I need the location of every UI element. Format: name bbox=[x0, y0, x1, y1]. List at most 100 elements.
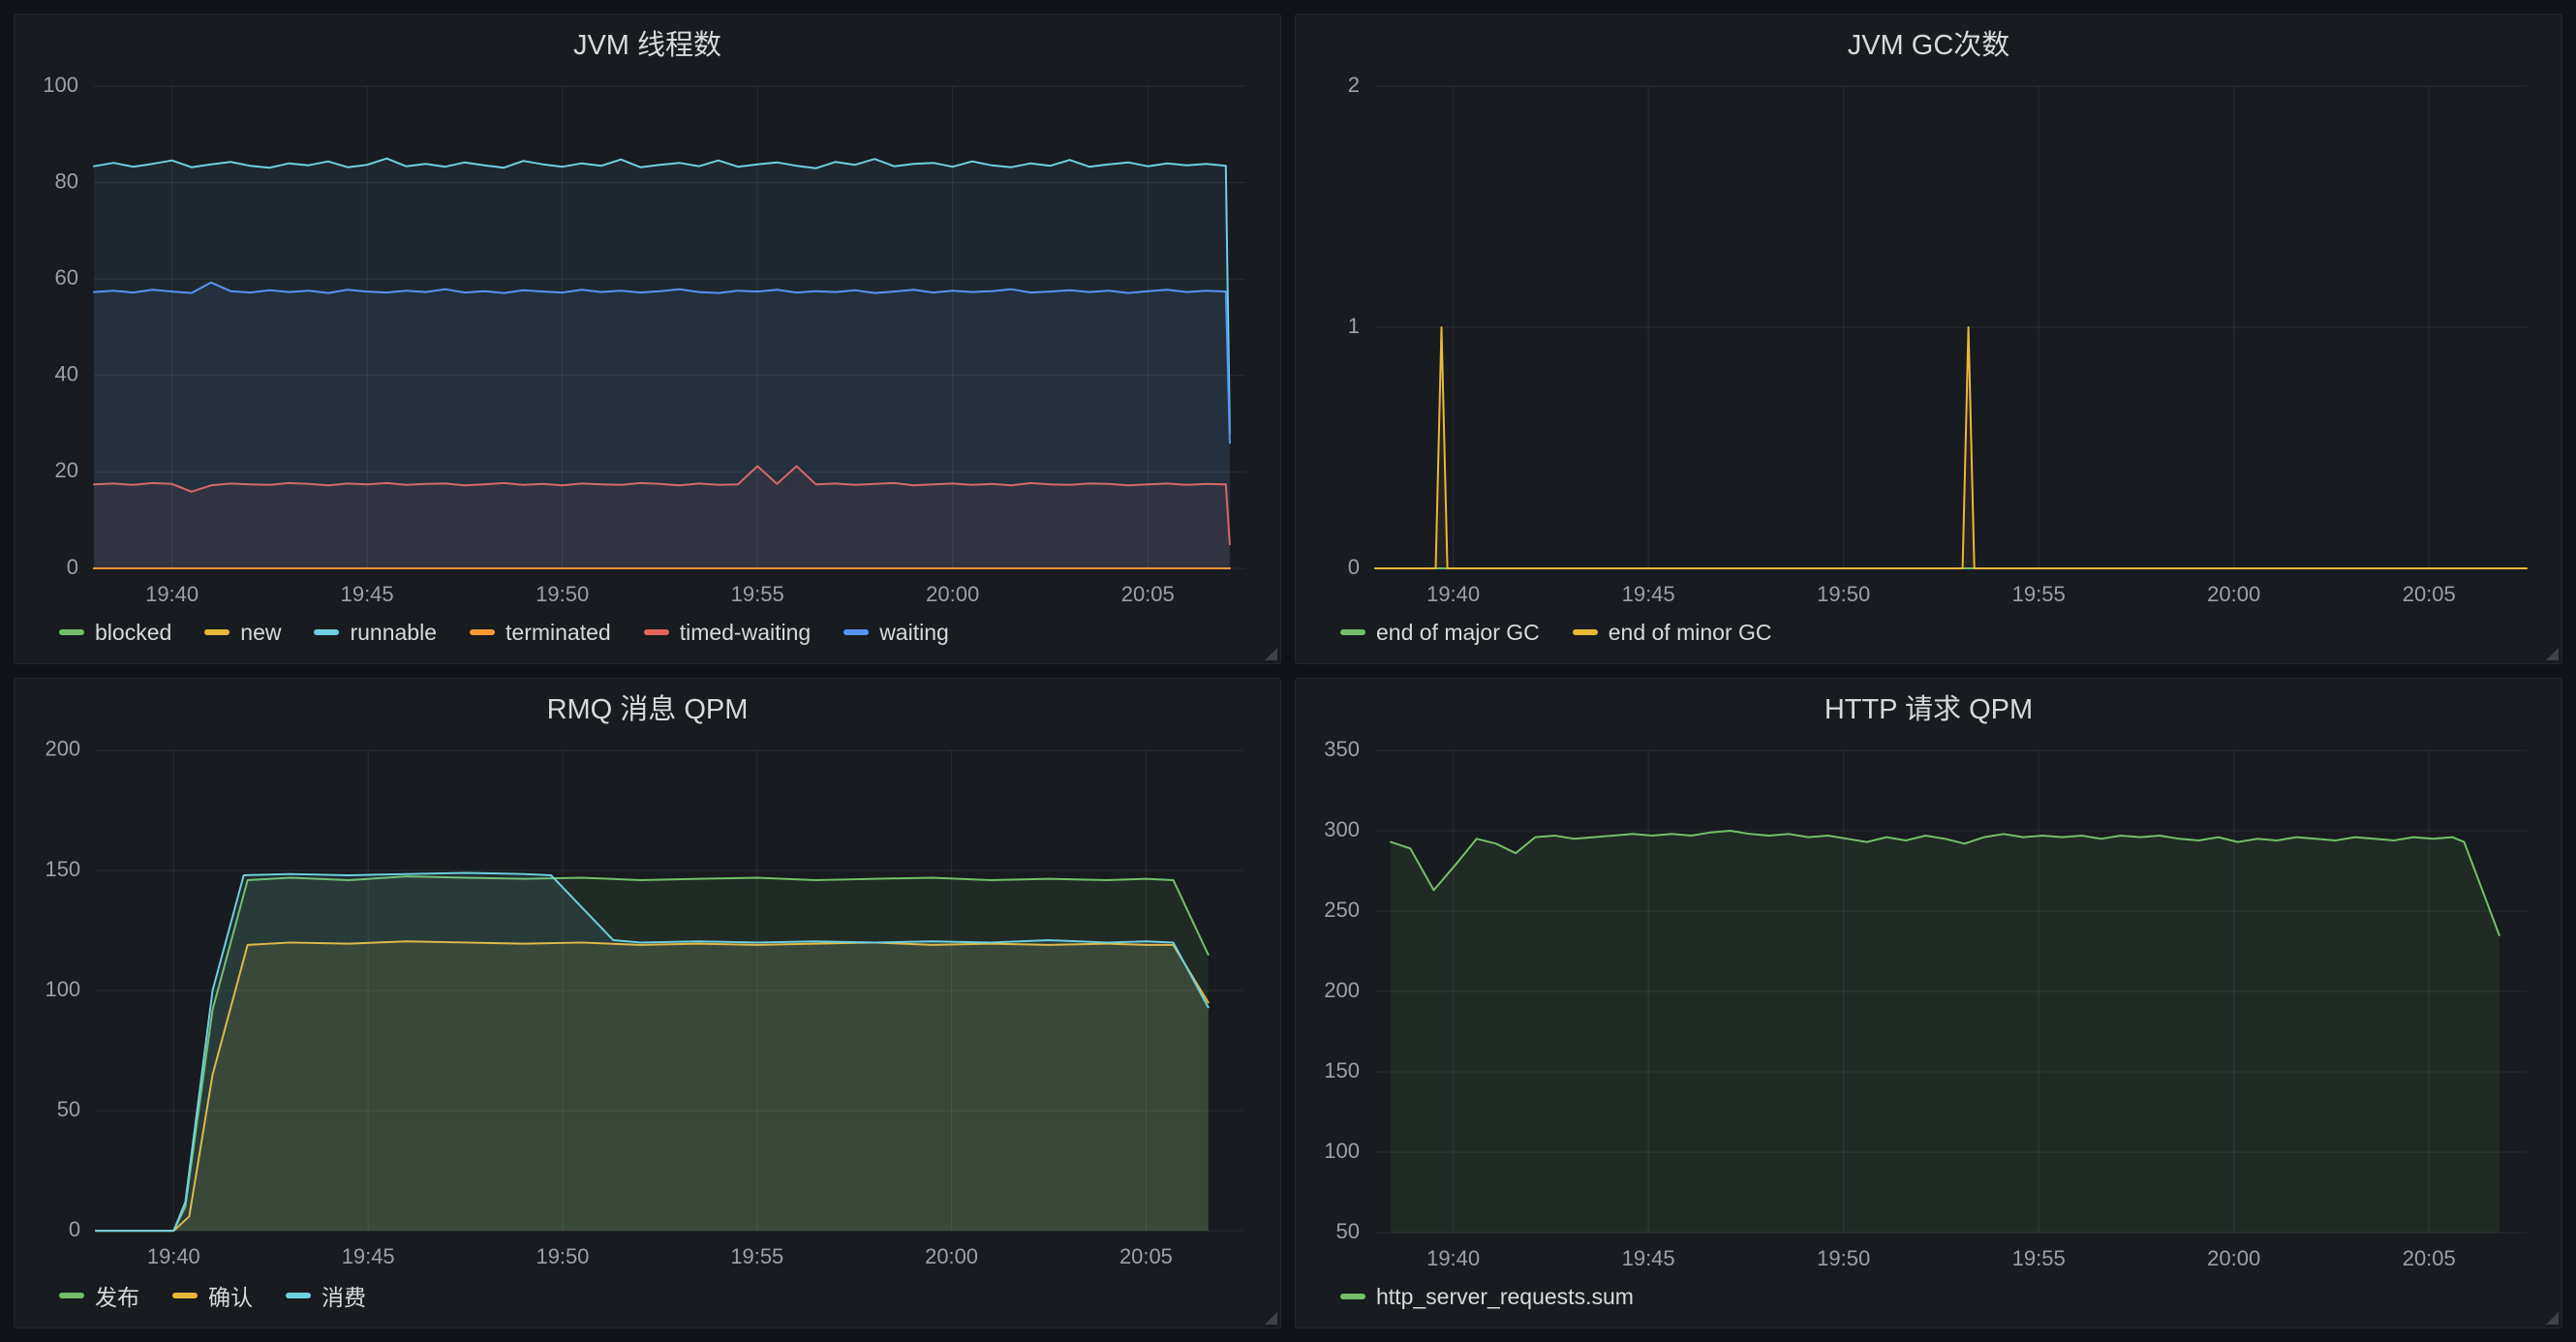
legend-label: 消费 bbox=[322, 1279, 366, 1312]
legend-item-end-of-minor-gc[interactable]: end of minor GC bbox=[1573, 620, 1772, 646]
legend-label: 确认 bbox=[208, 1279, 253, 1312]
y-tick-label: 200 bbox=[1324, 978, 1360, 1002]
legend-swatch bbox=[1340, 629, 1365, 635]
y-tick-label: 0 bbox=[69, 1217, 80, 1241]
panel-resize-handle[interactable] bbox=[1265, 1312, 1277, 1325]
x-tick-label: 19:50 bbox=[1817, 582, 1870, 606]
legend-swatch bbox=[286, 1293, 311, 1298]
y-tick-label: 250 bbox=[1324, 898, 1360, 922]
legend-swatch bbox=[644, 629, 669, 635]
legend-item-确认[interactable]: 确认 bbox=[172, 1279, 253, 1312]
series-area-waiting bbox=[94, 283, 1230, 568]
legend-item-blocked[interactable]: blocked bbox=[59, 620, 171, 646]
chart-jvm-gc[interactable]: 01219:4019:4519:5019:5520:0020:05 bbox=[1305, 71, 2552, 617]
legend-label: blocked bbox=[95, 620, 171, 646]
panel-jvm-gc: JVM GC次数 01219:4019:4519:5019:5520:0020:… bbox=[1295, 14, 2562, 664]
legend: http_server_requests.sum bbox=[1296, 1281, 2561, 1327]
y-tick-label: 1 bbox=[1348, 314, 1360, 338]
legend-swatch bbox=[1573, 629, 1598, 635]
legend-item-timed-waiting[interactable]: timed-waiting bbox=[644, 620, 812, 646]
legend-label: terminated bbox=[506, 620, 611, 646]
y-tick-label: 100 bbox=[1324, 1139, 1360, 1163]
legend-item-end-of-major-gc[interactable]: end of major GC bbox=[1340, 620, 1540, 646]
x-tick-label: 20:00 bbox=[926, 582, 979, 606]
x-tick-label: 19:45 bbox=[1622, 1246, 1675, 1270]
legend-item-消费[interactable]: 消费 bbox=[286, 1279, 366, 1312]
chart-jvm-threads[interactable]: 0 20 40 60 80 100 19:40 19:45 19:50 19:55 20:00 20:… bbox=[24, 71, 1271, 617]
series-area-end of minor GC bbox=[1375, 327, 2527, 568]
y-tick-label: 50 bbox=[57, 1097, 80, 1121]
chart-area: 5010015020025030035019:4019:4519:5019:55… bbox=[1296, 735, 2561, 1281]
y-tick-label: 40 bbox=[55, 362, 78, 386]
x-tick-label: 19:55 bbox=[730, 1244, 783, 1268]
x-tick-label: 19:40 bbox=[147, 1244, 200, 1268]
y-tick-label: 150 bbox=[46, 857, 81, 881]
x-tick-label: 19:50 bbox=[536, 582, 589, 606]
y-tick-label: 60 bbox=[55, 265, 78, 290]
x-tick-label: 19:55 bbox=[731, 582, 784, 606]
x-tick-label: 20:05 bbox=[2403, 1246, 2456, 1270]
y-tick-label: 350 bbox=[1324, 737, 1360, 761]
series-area-http_server_requests.sum bbox=[1391, 831, 2499, 1233]
x-tick-label: 19:55 bbox=[2012, 582, 2066, 606]
legend-label: new bbox=[240, 620, 281, 646]
legend-item-terminated[interactable]: terminated bbox=[470, 620, 611, 646]
y-tick-label: 100 bbox=[46, 977, 81, 1001]
y-tick-label: 2 bbox=[1348, 73, 1360, 97]
y-tick-label: 0 bbox=[67, 555, 78, 579]
series-line-end of minor GC bbox=[1375, 327, 2527, 568]
chart-rmq-qpm[interactable]: 05010015020019:4019:4519:5019:5520:0020:… bbox=[24, 735, 1271, 1279]
legend-label: http_server_requests.sum bbox=[1376, 1284, 1634, 1310]
panel-http-qpm: HTTP 请求 QPM 5010015020025030035019:4019:… bbox=[1295, 678, 2562, 1328]
y-tick-label: 300 bbox=[1324, 817, 1360, 841]
x-tick-label: 19:50 bbox=[1817, 1246, 1870, 1270]
legend: end of major GC end of minor GC bbox=[1296, 617, 2561, 663]
panel-title[interactable]: JVM GC次数 bbox=[1296, 15, 2561, 71]
legend-item-runnable[interactable]: runnable bbox=[314, 620, 437, 646]
legend-item-发布[interactable]: 发布 bbox=[59, 1279, 139, 1312]
panel-jvm-threads: JVM 线程数 0 20 40 60 80 100 19:40 19:45 19:50 19:55… bbox=[14, 14, 1281, 664]
x-tick-label: 19:40 bbox=[145, 582, 199, 606]
x-tick-label: 19:40 bbox=[1426, 1246, 1480, 1270]
legend-swatch bbox=[59, 629, 84, 635]
panel-resize-handle[interactable] bbox=[2546, 1312, 2559, 1325]
panel-title[interactable]: JVM 线程数 bbox=[15, 15, 1280, 71]
chart-area: 01219:4019:4519:5019:5520:0020:05 bbox=[1296, 71, 2561, 617]
legend-label: waiting bbox=[879, 620, 949, 646]
y-tick-label: 20 bbox=[55, 458, 78, 482]
x-tick-label: 19:45 bbox=[342, 1244, 395, 1268]
panel-resize-handle[interactable] bbox=[1265, 648, 1277, 660]
y-tick-label: 200 bbox=[46, 737, 81, 761]
legend-label: timed-waiting bbox=[680, 620, 812, 646]
legend-swatch bbox=[843, 629, 869, 635]
legend-item-http-server-requests-sum[interactable]: http_server_requests.sum bbox=[1340, 1284, 1634, 1310]
panel-title[interactable]: RMQ 消息 QPM bbox=[15, 679, 1280, 735]
legend-label: end of minor GC bbox=[1609, 620, 1772, 646]
x-tick-label: 19:50 bbox=[537, 1244, 590, 1268]
chart-http-qpm[interactable]: 5010015020025030035019:4019:4519:5019:55… bbox=[1305, 735, 2552, 1281]
legend: blocked new runnable terminated timed-waitin… bbox=[15, 617, 1280, 663]
x-tick-label: 20:00 bbox=[2207, 1246, 2260, 1270]
y-tick-label: 50 bbox=[1336, 1219, 1360, 1243]
legend-swatch bbox=[314, 629, 339, 635]
legend-item-new[interactable]: new bbox=[204, 620, 281, 646]
panel-title[interactable]: HTTP 请求 QPM bbox=[1296, 679, 2561, 735]
x-tick-label: 19:45 bbox=[1622, 582, 1675, 606]
x-tick-label: 20:00 bbox=[2207, 582, 2260, 606]
chart-area: 05010015020019:4019:4519:5019:5520:0020:… bbox=[15, 735, 1280, 1279]
legend-label: end of major GC bbox=[1376, 620, 1540, 646]
legend-item-waiting[interactable]: waiting bbox=[843, 620, 949, 646]
legend-swatch bbox=[172, 1293, 198, 1298]
legend-label: 发布 bbox=[95, 1279, 139, 1312]
panel-resize-handle[interactable] bbox=[2546, 648, 2559, 660]
x-tick-label: 20:05 bbox=[2403, 582, 2456, 606]
legend-swatch bbox=[59, 1293, 84, 1298]
y-tick-label: 100 bbox=[43, 73, 78, 97]
x-tick-label: 20:05 bbox=[1119, 1244, 1173, 1268]
x-tick-label: 19:45 bbox=[341, 582, 394, 606]
y-tick-label: 80 bbox=[55, 168, 78, 193]
x-tick-label: 20:05 bbox=[1121, 582, 1175, 606]
x-tick-label: 19:55 bbox=[2012, 1246, 2066, 1270]
x-tick-label: 19:40 bbox=[1426, 582, 1480, 606]
chart-area: 0 20 40 60 80 100 19:40 19:45 19:50 19:55 20:00 20:… bbox=[15, 71, 1280, 617]
